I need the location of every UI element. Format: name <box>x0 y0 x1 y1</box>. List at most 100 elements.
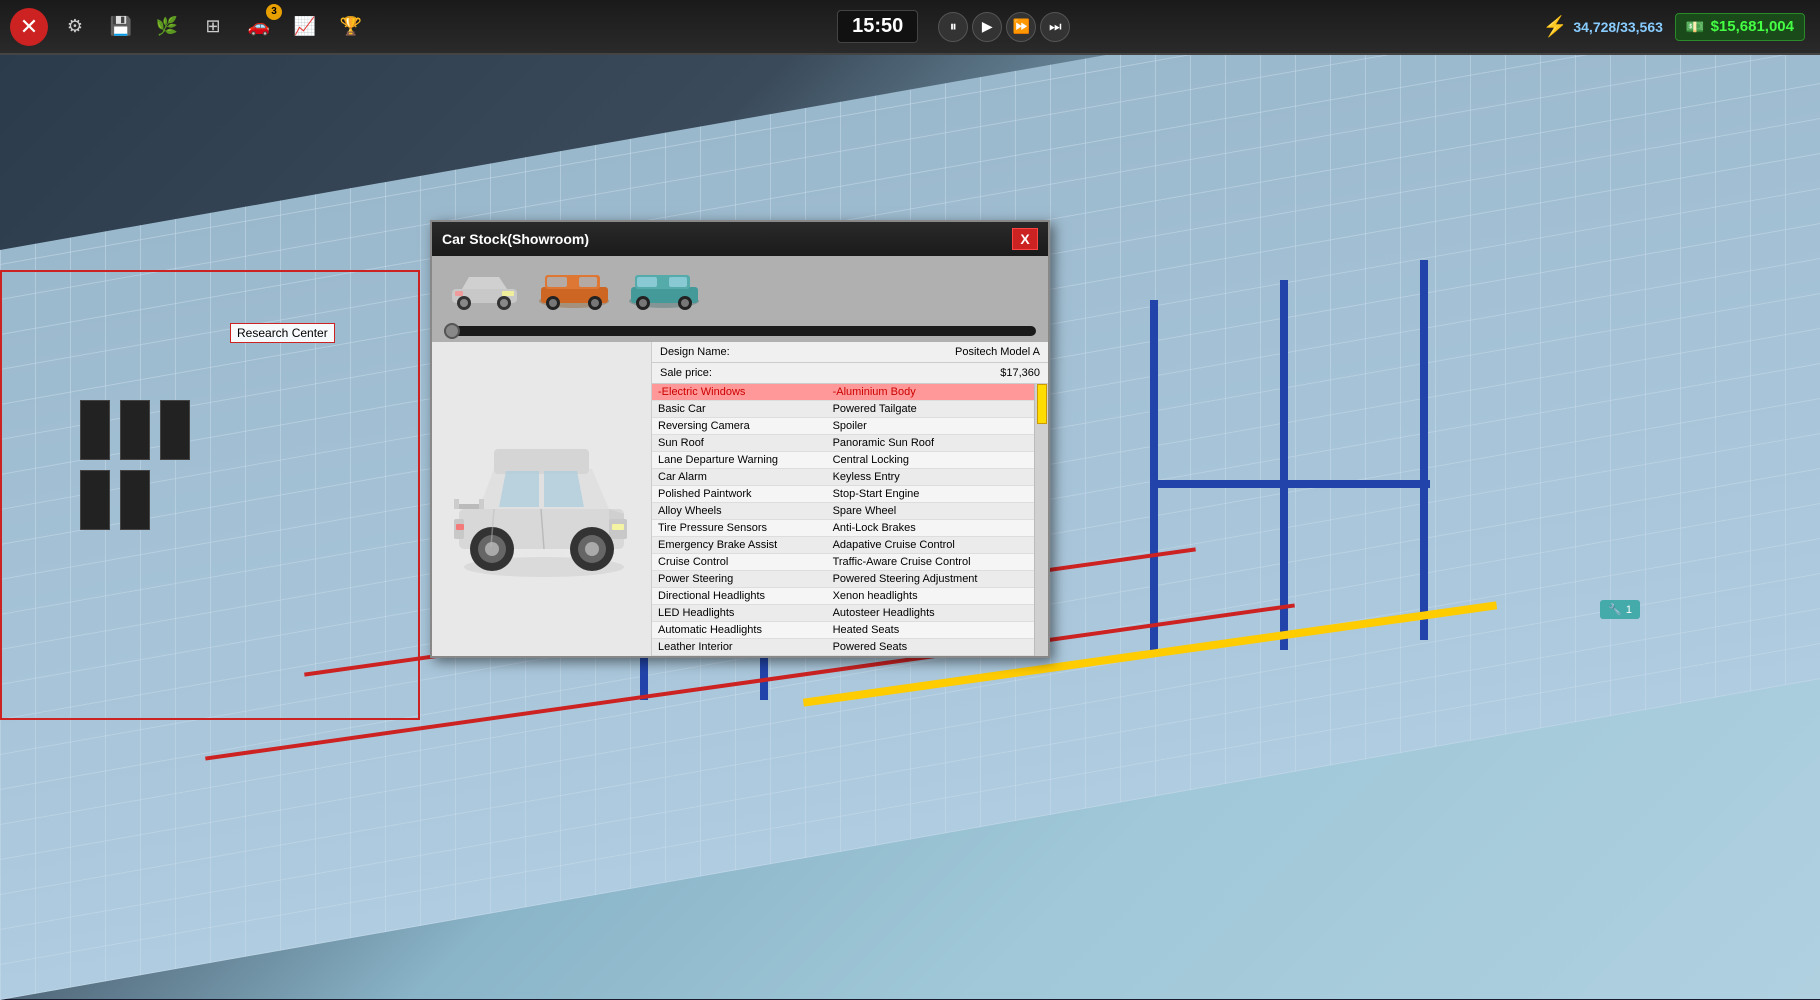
chart-button[interactable]: 📈 <box>286 8 324 46</box>
shelf-3 <box>1150 300 1158 650</box>
server-rack-1 <box>80 400 110 460</box>
scrollbar-thumb[interactable] <box>1037 384 1047 424</box>
feature-row[interactable]: Basic CarPowered Tailgate <box>652 401 1034 418</box>
car-svg-orange <box>537 267 612 312</box>
feature-left: Reversing Camera <box>652 418 827 435</box>
feature-right: Xenon headlights <box>827 588 1034 605</box>
feature-left: Basic Car <box>652 401 827 418</box>
sale-price-label: Sale price: <box>660 367 712 379</box>
play-button[interactable]: ▶ <box>972 12 1002 42</box>
tool-wrench-icon: 🔧 <box>1608 603 1622 616</box>
feature-right: -Aluminium Body <box>827 384 1034 401</box>
main-menu-button[interactable]: ✕ <box>10 8 48 46</box>
feature-row[interactable]: Automatic HeadlightsHeated Seats <box>652 622 1034 639</box>
research-icon: 🌿 <box>156 16 178 37</box>
car-icon: 🚗 <box>248 16 270 37</box>
layers-button[interactable]: ⊞ <box>194 8 232 46</box>
feature-right: Anti-Lock Brakes <box>827 520 1034 537</box>
settings-button[interactable]: ⚙ <box>56 8 94 46</box>
dialog-titlebar: Car Stock(Showroom) X <box>432 222 1048 256</box>
slider-track[interactable] <box>444 326 1036 336</box>
feature-right: Powered Tailgate <box>827 401 1034 418</box>
design-info-header: Design Name: Positech Model A <box>652 342 1048 363</box>
toolbar-center: 15:50 ⏸ ▶ ⏩ ⏭ <box>380 10 1527 43</box>
car-button-wrapper: 🚗 3 <box>240 8 278 46</box>
feature-right: Spare Wheel <box>827 503 1034 520</box>
toolbar-right: ⚡ 34,728/33,563 💵 $15,681,004 <box>1527 13 1820 41</box>
chart-icon: 📈 <box>294 16 316 37</box>
feature-left: Alloy Wheels <box>652 503 827 520</box>
fast-forward-button[interactable]: ⏩ <box>1006 12 1036 42</box>
features-table: -Electric Windows-Aluminium BodyBasic Ca… <box>652 384 1034 656</box>
shelf-4 <box>1280 280 1288 650</box>
server-rack-3 <box>160 400 190 460</box>
feature-row[interactable]: Reversing CameraSpoiler <box>652 418 1034 435</box>
feature-row[interactable]: Polished PaintworkStop-Start Engine <box>652 486 1034 503</box>
settings-icon: ⚙ <box>67 16 83 37</box>
research-button[interactable]: 🌿 <box>148 8 186 46</box>
money-value: $15,681,004 <box>1711 18 1794 35</box>
feature-row[interactable]: Leather InteriorPowered Seats <box>652 639 1034 656</box>
features-list-table: -Electric Windows-Aluminium BodyBasic Ca… <box>652 384 1034 656</box>
tool-badge: 🔧 1 <box>1600 600 1640 619</box>
feature-row[interactable]: Lane Departure WarningCentral Locking <box>652 452 1034 469</box>
car-thumb-orange[interactable] <box>534 264 614 314</box>
pause-button[interactable]: ⏸ <box>938 12 968 42</box>
layers-icon: ⊞ <box>205 16 220 37</box>
car-preview-svg <box>444 419 639 579</box>
feature-row[interactable]: -Electric Windows-Aluminium Body <box>652 384 1034 401</box>
feature-left: Polished Paintwork <box>652 486 827 503</box>
car-thumb-silver[interactable] <box>444 264 524 314</box>
car-preview-area <box>432 342 652 656</box>
feature-row[interactable]: LED HeadlightsAutosteer Headlights <box>652 605 1034 622</box>
feature-row[interactable]: Sun RoofPanoramic Sun Roof <box>652 435 1034 452</box>
feature-right: Adapative Cruise Control <box>827 537 1034 554</box>
dialog-content: Design Name: Positech Model A Sale price… <box>432 342 1048 656</box>
power-icon: ⚡ <box>1542 14 1567 39</box>
features-list-wrapper: -Electric Windows-Aluminium BodyBasic Ca… <box>652 384 1048 656</box>
time-display: 15:50 <box>837 10 918 43</box>
toolbar: ✕ ⚙ 💾 🌿 ⊞ 🚗 3 📈 🏆 15:50 ⏸ ▶ <box>0 0 1820 55</box>
server-rack-4 <box>80 470 110 530</box>
feature-row[interactable]: Car AlarmKeyless Entry <box>652 469 1034 486</box>
dialog-title: Car Stock(Showroom) <box>442 231 589 247</box>
save-button[interactable]: 💾 <box>102 8 140 46</box>
feature-row[interactable]: Power SteeringPowered Steering Adjustmen… <box>652 571 1034 588</box>
skip-button[interactable]: ⏭ <box>1040 12 1070 42</box>
feature-row[interactable]: Emergency Brake AssistAdapative Cruise C… <box>652 537 1034 554</box>
feature-row[interactable]: Alloy WheelsSpare Wheel <box>652 503 1034 520</box>
trophy-button[interactable]: 🏆 <box>332 8 370 46</box>
feature-right: Powered Seats <box>827 639 1034 656</box>
power-display: ⚡ 34,728/33,563 <box>1542 14 1662 39</box>
design-name-value: Positech Model A <box>955 346 1040 358</box>
car-thumb-teal[interactable] <box>624 264 704 314</box>
feature-left: Emergency Brake Assist <box>652 537 827 554</box>
feature-row[interactable]: Cruise ControlTraffic-Aware Cruise Contr… <box>652 554 1034 571</box>
feature-row[interactable]: Directional HeadlightsXenon headlights <box>652 588 1034 605</box>
feature-left: Directional Headlights <box>652 588 827 605</box>
save-icon: 💾 <box>110 16 132 37</box>
slider-thumb[interactable] <box>444 323 460 339</box>
feature-right: Keyless Entry <box>827 469 1034 486</box>
car-svg-silver <box>447 267 522 312</box>
shelf-5 <box>1420 260 1428 640</box>
features-scrollbar[interactable] <box>1034 384 1048 656</box>
feature-left: Cruise Control <box>652 554 827 571</box>
shelf-h2 <box>1150 480 1430 488</box>
feature-row[interactable]: Tire Pressure SensorsAnti-Lock Brakes <box>652 520 1034 537</box>
control-buttons: ⏸ ▶ ⏩ ⏭ <box>938 12 1070 42</box>
feature-right: Central Locking <box>827 452 1034 469</box>
feature-left: Tire Pressure Sensors <box>652 520 827 537</box>
feature-left: Leather Interior <box>652 639 827 656</box>
feature-right: Autosteer Headlights <box>827 605 1034 622</box>
feature-left: LED Headlights <box>652 605 827 622</box>
slider-area <box>432 322 1048 342</box>
sale-price-value: $17,360 <box>1000 367 1040 379</box>
car-stock-dialog: Car Stock(Showroom) X <box>430 220 1050 658</box>
feature-right: Traffic-Aware Cruise Control <box>827 554 1034 571</box>
feature-right: Stop-Start Engine <box>827 486 1034 503</box>
design-name-label: Design Name: <box>660 346 730 358</box>
car-thumbnails-area <box>432 256 1048 322</box>
dialog-close-button[interactable]: X <box>1012 228 1038 250</box>
feature-left: Lane Departure Warning <box>652 452 827 469</box>
